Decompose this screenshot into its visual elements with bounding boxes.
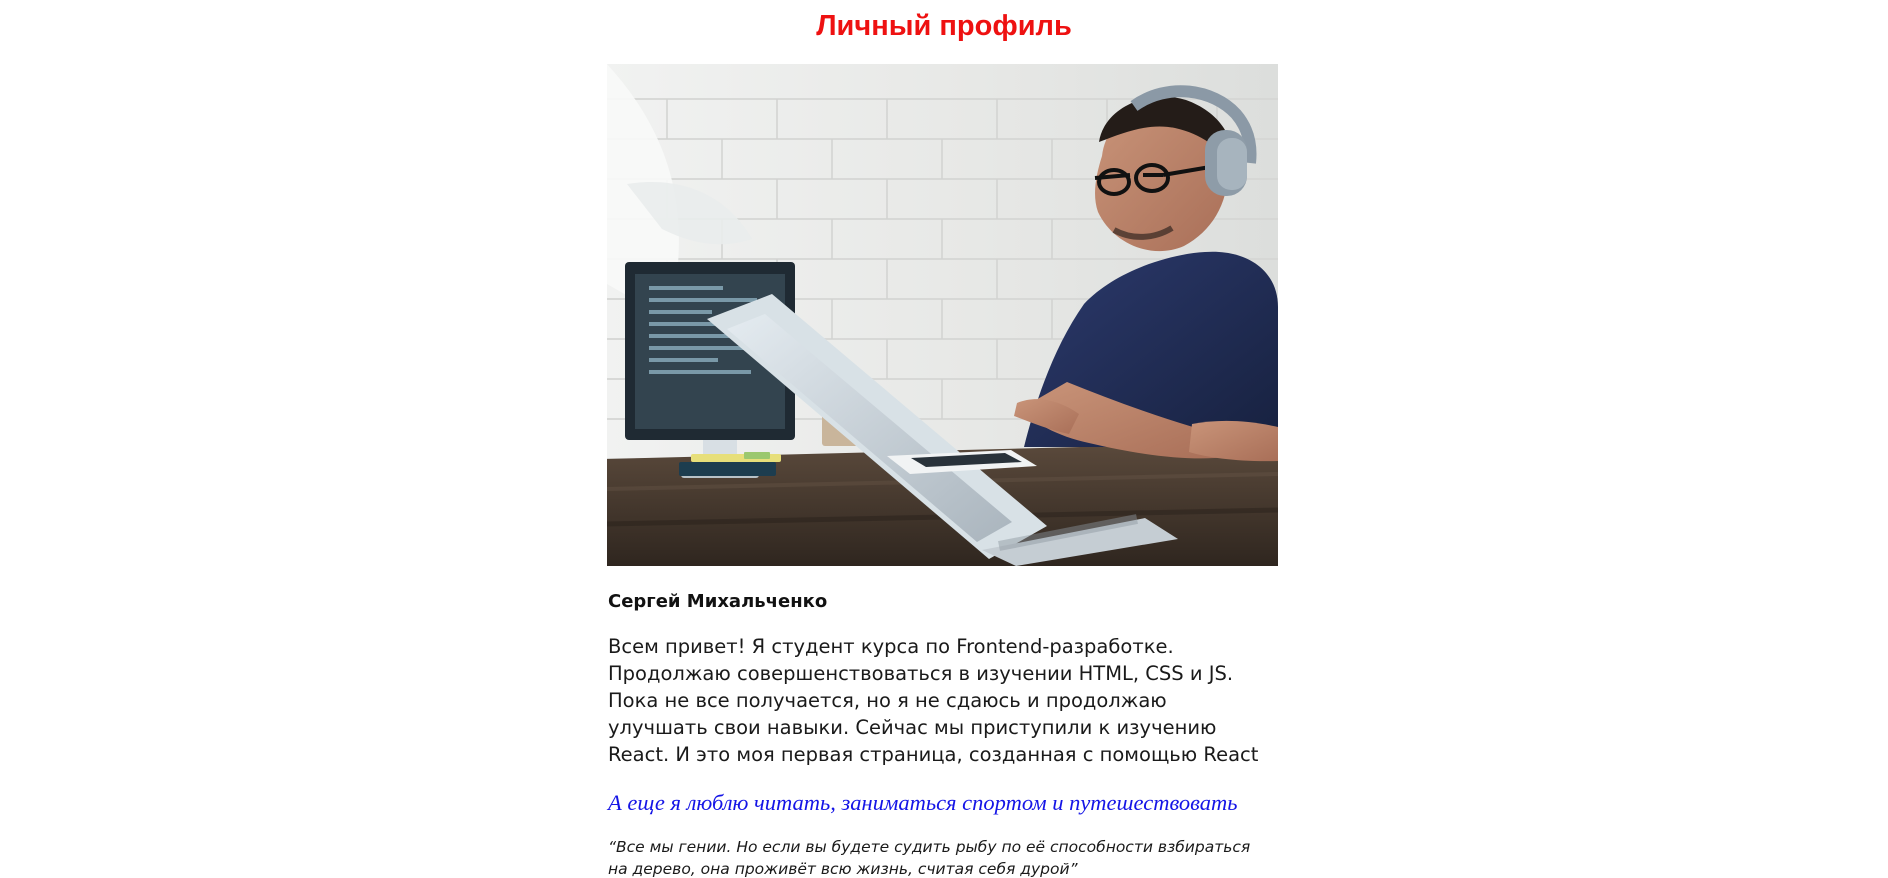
profile-name: Сергей Михальченко [608, 591, 828, 612]
page-title: Личный профиль [816, 10, 1072, 42]
profile-photo [607, 64, 1278, 566]
hobby-text: А еще я люблю читать, заниматься спортом… [608, 790, 1238, 815]
quote-text: “Все мы гении. Но если вы будете судить … [608, 838, 1251, 878]
profile-page: Личный профиль Сергей Михальченко Всем п… [0, 0, 1888, 878]
profile-content: Сергей Михальченко Всем привет! Я студен… [608, 589, 1268, 878]
profile-bio: Всем привет! Я студент курса по Frontend… [608, 635, 1259, 766]
